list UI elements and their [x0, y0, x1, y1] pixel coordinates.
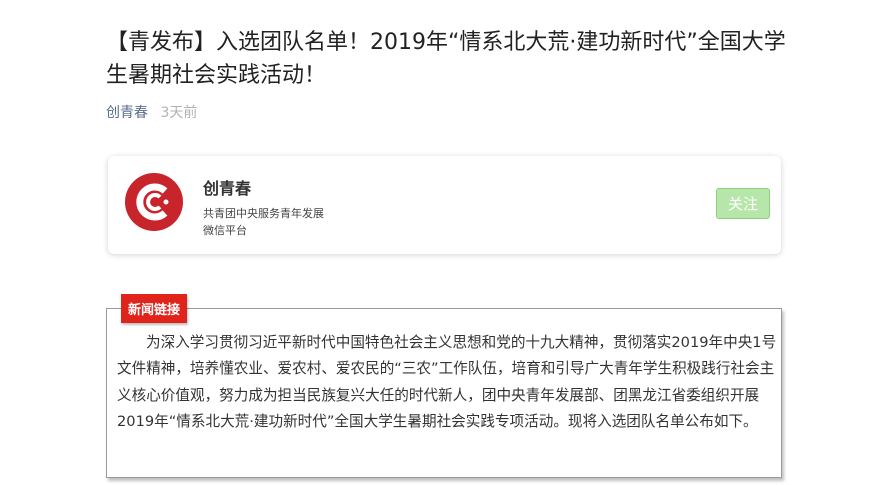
account-desc-line: 共青团中央服务青年发展	[203, 207, 324, 220]
account-description: 共青团中央服务青年发展 微信平台	[203, 205, 324, 239]
article-meta: 创青春 3天前	[106, 103, 197, 123]
publish-time: 3天前	[160, 105, 198, 121]
author-link[interactable]: 创青春	[106, 105, 148, 121]
article-title: 【青发布】入选团队名单！2019年“情系北大荒·建功新时代”全国大学生暑期社会实…	[106, 30, 786, 88]
news-body-text: 为深入学习贯彻习近平新时代中国特色社会主义思想和党的十九大精神，贯彻落实2019…	[117, 334, 777, 431]
chuangqingchun-logo-icon	[125, 173, 183, 231]
news-link-tag: 新闻链接	[121, 294, 187, 323]
account-card[interactable]: 创青春 共青团中央服务青年发展 微信平台 关注	[108, 156, 781, 254]
account-name: 创青春	[203, 179, 252, 198]
follow-button[interactable]: 关注	[716, 188, 770, 219]
account-desc-line: 微信平台	[203, 224, 247, 237]
